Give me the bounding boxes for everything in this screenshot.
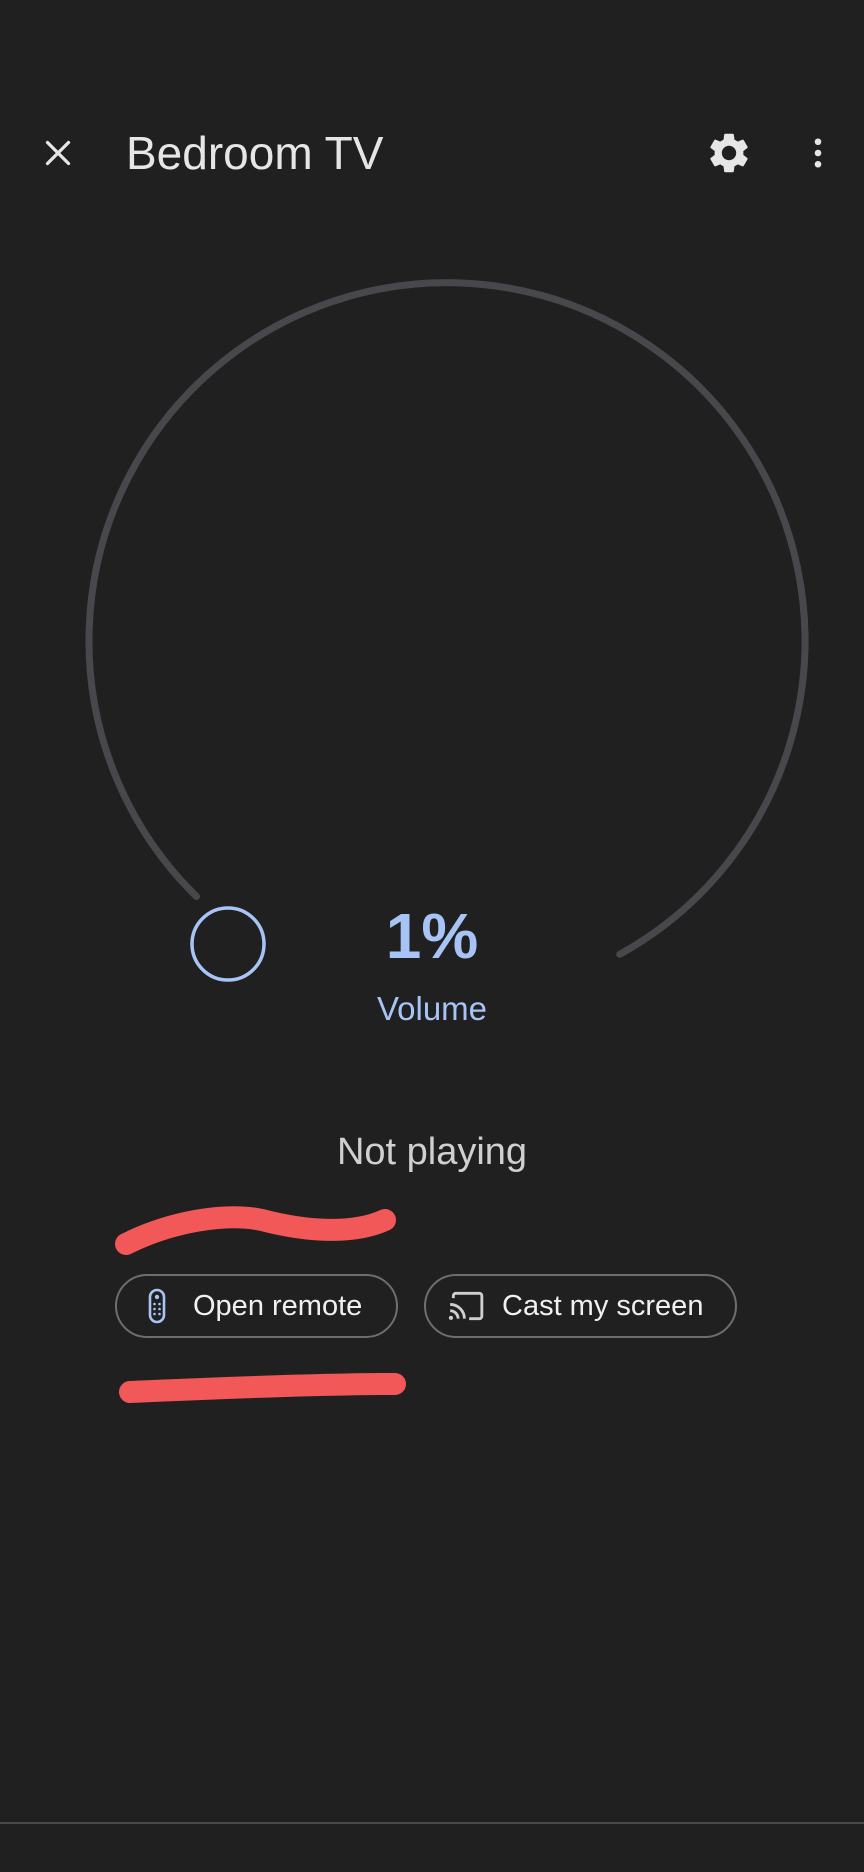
marker-annotation [115,1206,406,1403]
marker-stroke-bottom [119,1373,406,1403]
bottom-divider [0,1822,864,1824]
marker-stroke-top [115,1206,396,1255]
